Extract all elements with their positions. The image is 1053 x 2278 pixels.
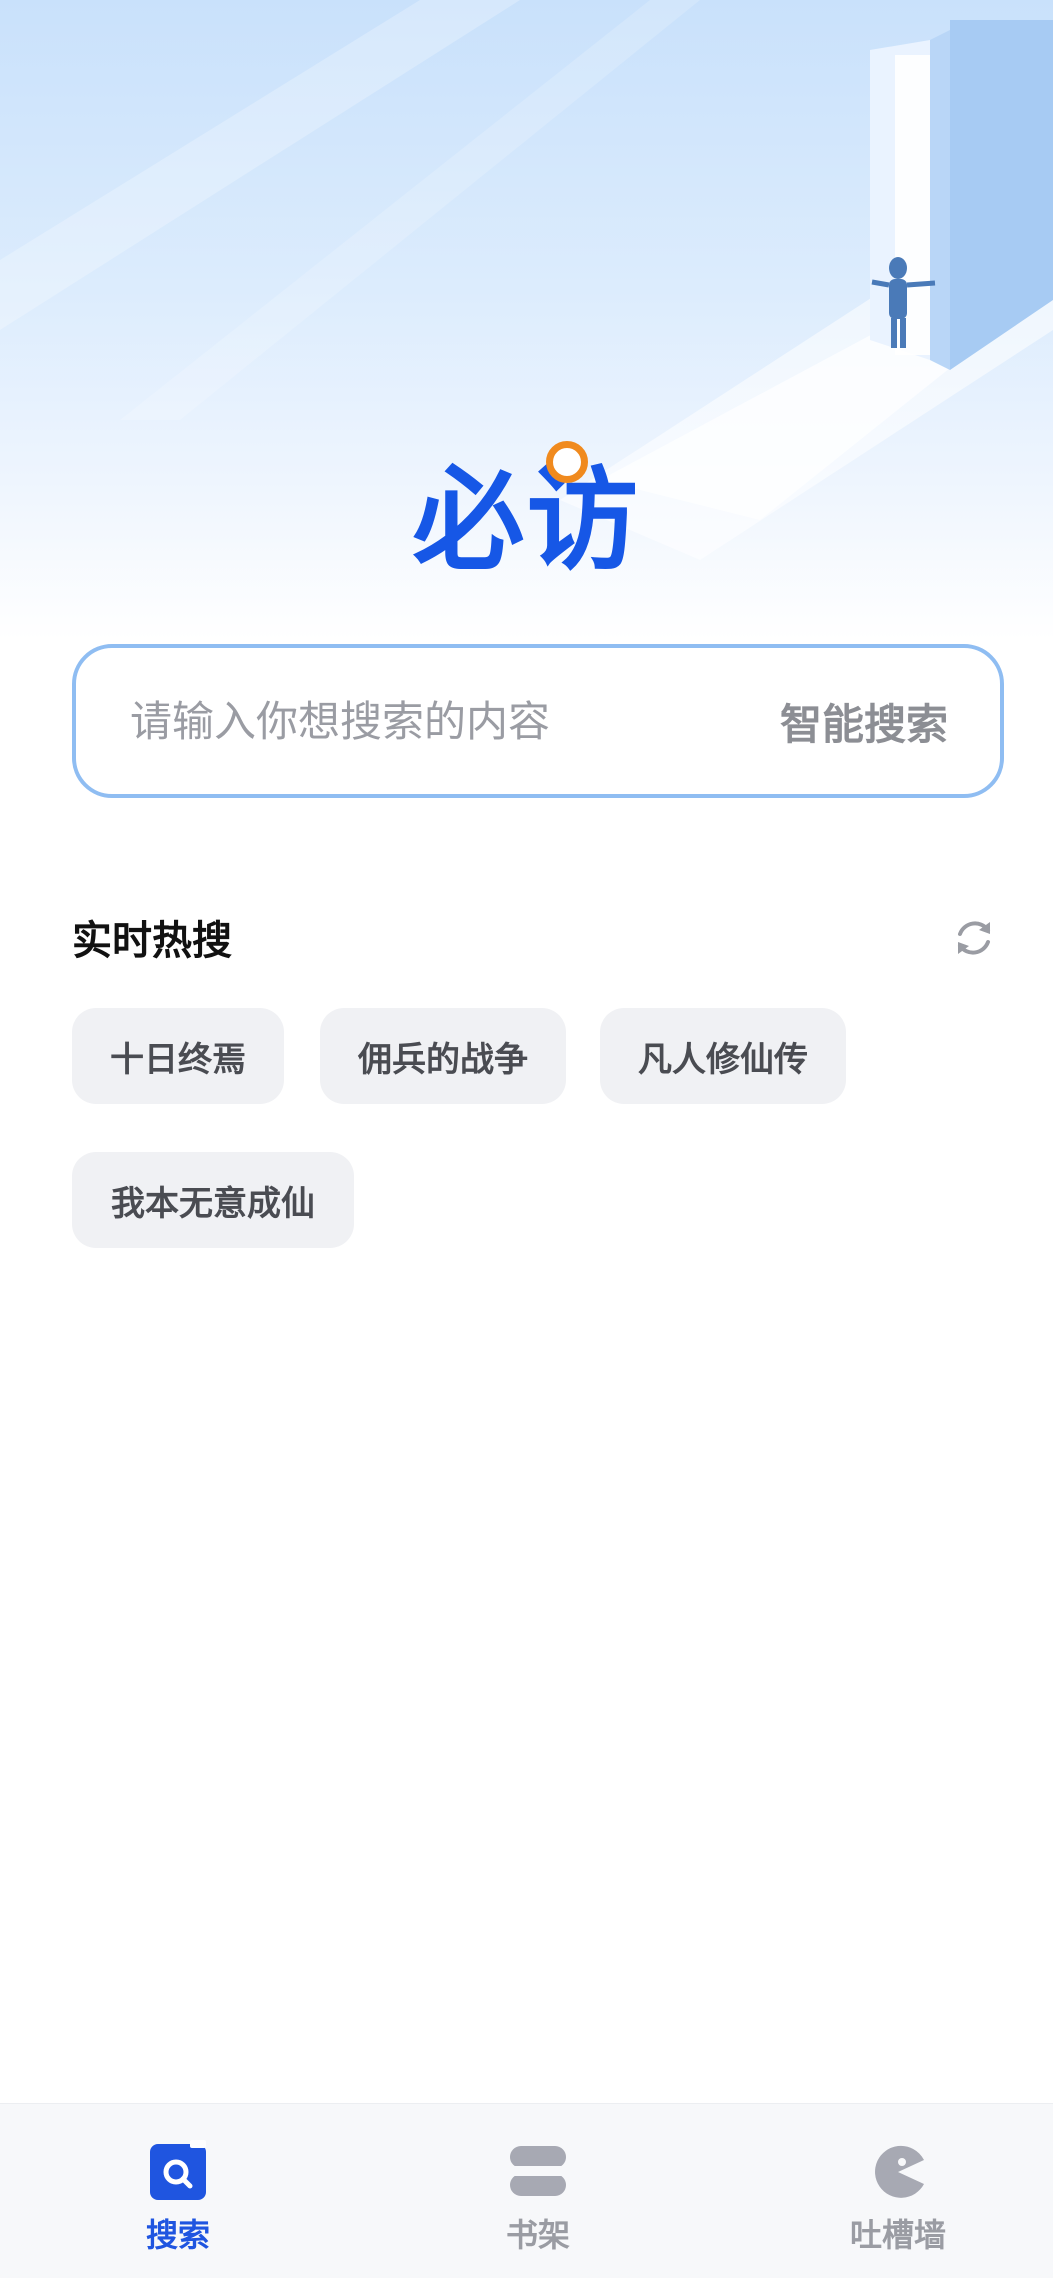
hot-search-title: 实时热搜 [72,918,232,964]
tab-label: 搜索 [145,2216,210,2254]
tab-search[interactable]: 搜索 [78,2104,278,2278]
app-logo: 必访 [412,456,641,586]
bookshelf-icon [508,2146,568,2196]
tab-complaint-wall[interactable]: 吐槽墙 [798,2104,998,2278]
search-tab-icon [150,2140,206,2200]
refresh-icon[interactable] [952,916,996,960]
bottom-tab-bar: 搜索 书架 吐槽墙 [0,2103,1053,2278]
logo-accent-dot [546,441,588,483]
search-input[interactable] [128,695,752,747]
hot-tag[interactable]: 凡人修仙传 [600,1008,846,1104]
tab-label: 书架 [505,2216,570,2254]
hot-tag[interactable]: 佣兵的战争 [320,1008,566,1104]
search-bar: 智能搜索 [72,644,1004,798]
hot-tag[interactable]: 十日终焉 [72,1008,284,1104]
hot-tag[interactable]: 我本无意成仙 [72,1152,354,1248]
smart-search-button[interactable]: 智能搜索 [780,691,948,752]
tab-label: 吐槽墙 [849,2216,946,2254]
pacman-icon [870,2145,924,2198]
tab-bookshelf[interactable]: 书架 [438,2104,638,2278]
